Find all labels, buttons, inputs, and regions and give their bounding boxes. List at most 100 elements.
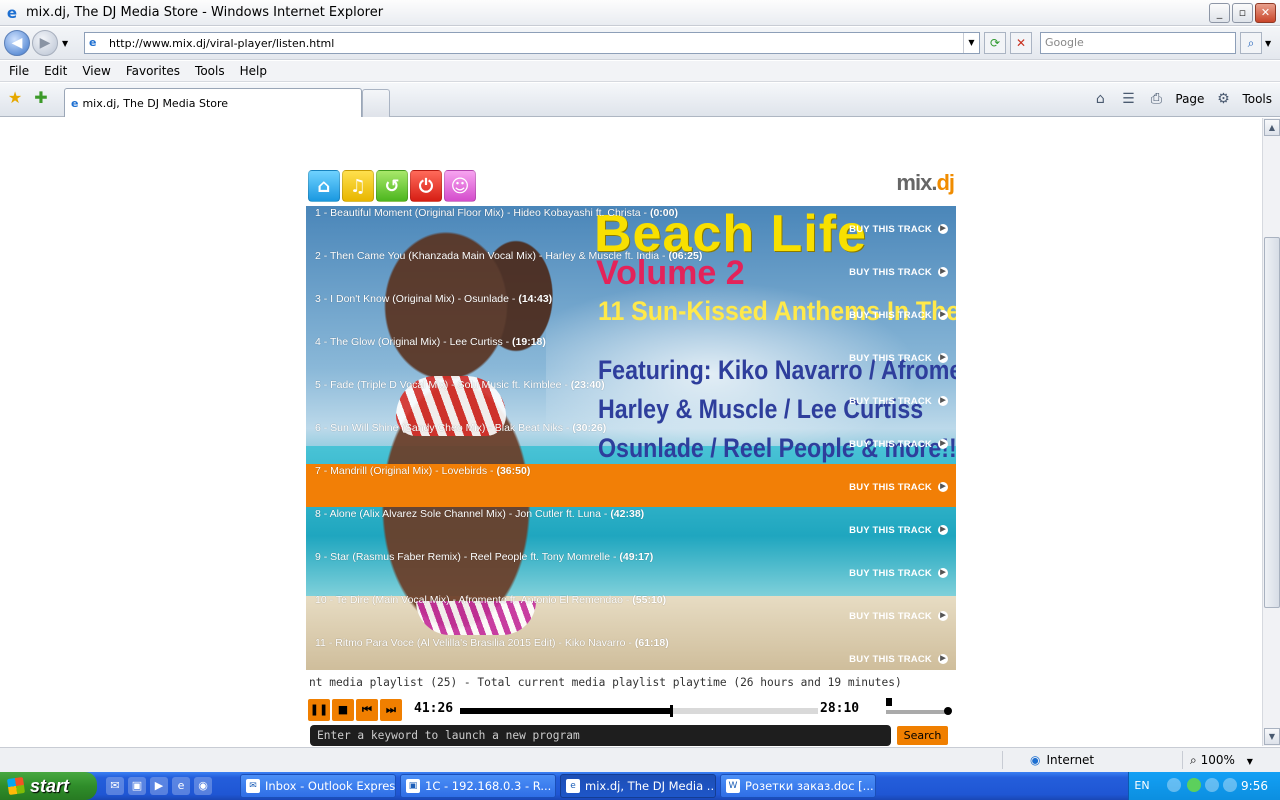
track-title[interactable]: 11 - Ritmo Para Voce (Al Velilla's Brasi…	[315, 637, 669, 649]
history-dropdown-icon[interactable]: ▼	[62, 39, 68, 48]
home-icon[interactable]: ⌂	[1091, 90, 1109, 108]
taskbar-item[interactable]: e mix.dj, The DJ Media ...	[560, 774, 716, 798]
buy-track-button[interactable]: BUY THIS TRACK ▶	[849, 654, 948, 665]
track-row[interactable]: 7 - Mandrill (Original Mix) - Lovebirds …	[306, 464, 956, 507]
feeds-icon[interactable]: ☰	[1119, 90, 1137, 108]
volume-handle[interactable]	[944, 707, 952, 715]
url-text[interactable]: http://www.mix.dj/viral-player/listen.ht…	[109, 37, 334, 50]
track-title[interactable]: 9 - Star (Rasmus Faber Remix) - Reel Peo…	[315, 551, 653, 563]
volume-tray-icon[interactable]	[1223, 778, 1237, 792]
media-player-icon[interactable]: ▶	[150, 777, 168, 795]
previous-button[interactable]: ⏮	[356, 699, 378, 721]
firefox-icon[interactable]: ◉	[194, 777, 212, 795]
close-button[interactable]: ✕	[1255, 3, 1276, 23]
menu-edit[interactable]: Edit	[44, 64, 67, 78]
track-title[interactable]: 3 - I Don't Know (Original Mix) - Osunla…	[315, 293, 552, 305]
scroll-down-icon[interactable]: ▼	[1264, 728, 1280, 745]
track-row[interactable]: 10 - Te Dire (Main Vocal Mix) - Afroment…	[306, 593, 956, 636]
power-icon[interactable]: ⏻	[410, 170, 442, 202]
start-button[interactable]: start	[0, 772, 97, 800]
buy-track-button[interactable]: BUY THIS TRACK ▶	[849, 439, 948, 450]
remaining-time: 28:10	[820, 701, 860, 716]
track-row[interactable]: 3 - I Don't Know (Original Mix) - Osunla…	[306, 292, 956, 335]
track-title[interactable]: 1 - Beautiful Moment (Original Floor Mix…	[315, 207, 678, 219]
track-title[interactable]: 4 - The Glow (Original Mix) - Lee Curtis…	[315, 336, 546, 348]
outlook-icon[interactable]: ✉	[106, 777, 124, 795]
address-field[interactable]: e http://www.mix.dj/viral-player/listen.…	[84, 32, 980, 54]
new-tab-button[interactable]	[362, 89, 390, 117]
track-row[interactable]: 2 - Then Came You (Khanzada Main Vocal M…	[306, 249, 956, 292]
tools-menu[interactable]: Tools	[1242, 92, 1272, 106]
zoom-control[interactable]: ⌕ 100% ▼	[1190, 753, 1253, 768]
security-zone[interactable]: ◉ Internet	[1030, 753, 1094, 767]
keyword-search-button[interactable]: Search	[897, 726, 948, 745]
track-row[interactable]: 1 - Beautiful Moment (Original Floor Mix…	[306, 206, 956, 249]
track-row[interactable]: 9 - Star (Rasmus Faber Remix) - Reel Peo…	[306, 550, 956, 593]
back-button[interactable]: ◀	[4, 30, 30, 56]
home-icon[interactable]: ⌂	[308, 170, 340, 202]
track-row[interactable]: 11 - Ritmo Para Voce (Al Velilla's Brasi…	[306, 636, 956, 670]
buy-track-button[interactable]: BUY THIS TRACK ▶	[849, 611, 948, 622]
track-title[interactable]: 2 - Then Came You (Khanzada Main Vocal M…	[315, 250, 702, 262]
restore-button[interactable]: ▫	[1232, 3, 1253, 23]
menu-tools[interactable]: Tools	[195, 64, 225, 78]
search-button[interactable]: ⌕	[1240, 32, 1262, 54]
menu-file[interactable]: File	[9, 64, 29, 78]
keyword-input[interactable]: Enter a keyword to launch a new program	[310, 725, 891, 746]
vertical-scrollbar[interactable]: ▲ ▼	[1262, 118, 1280, 746]
forward-button[interactable]: ▶	[32, 30, 58, 56]
shield-icon[interactable]	[1187, 778, 1201, 792]
page-menu[interactable]: Page	[1175, 92, 1204, 106]
buy-track-button[interactable]: BUY THIS TRACK ▶	[849, 353, 948, 364]
track-row[interactable]: 6 - Sun Will Shine (Sandy Cheo Mix) - Bl…	[306, 421, 956, 464]
stop-button[interactable]: ✕	[1010, 32, 1032, 54]
buy-track-button[interactable]: BUY THIS TRACK ▶	[849, 525, 948, 536]
favorites-star-icon[interactable]: ★	[6, 89, 24, 107]
track-title[interactable]: 8 - Alone (Alix Alvarez Sole Channel Mix…	[315, 508, 644, 520]
zoom-dropdown-icon[interactable]: ▼	[1247, 757, 1253, 766]
add-favorite-icon[interactable]: ✚	[32, 89, 50, 107]
microphone-icon[interactable]: ♫	[342, 170, 374, 202]
taskbar-item[interactable]: ✉ Inbox - Outlook Express	[240, 774, 396, 798]
desktop-icon[interactable]: ▣	[128, 777, 146, 795]
minimize-button[interactable]: _	[1209, 3, 1230, 23]
tab-current[interactable]: e mix.dj, The DJ Media Store	[64, 88, 362, 117]
track-title[interactable]: 7 - Mandrill (Original Mix) - Lovebirds …	[315, 465, 530, 477]
buy-track-button[interactable]: BUY THIS TRACK ▶	[849, 224, 948, 235]
return-icon[interactable]: ↺	[376, 170, 408, 202]
buy-track-button[interactable]: BUY THIS TRACK ▶	[849, 310, 948, 321]
print-icon[interactable]: ⎙	[1147, 90, 1165, 108]
buy-track-button[interactable]: BUY THIS TRACK ▶	[849, 482, 948, 493]
buy-track-button[interactable]: BUY THIS TRACK ▶	[849, 568, 948, 579]
menu-favorites[interactable]: Favorites	[126, 64, 180, 78]
progress-handle[interactable]	[670, 705, 674, 717]
search-options-icon[interactable]: ▼	[1265, 39, 1271, 48]
scroll-thumb[interactable]	[1264, 237, 1280, 608]
taskbar-item[interactable]: W Розетки заказ.doc [...	[720, 774, 876, 798]
taskbar-item[interactable]: ▣ 1C - 192.168.0.3 - R...	[400, 774, 556, 798]
buy-track-button[interactable]: BUY THIS TRACK ▶	[849, 267, 948, 278]
menu-help[interactable]: Help	[240, 64, 267, 78]
refresh-button[interactable]: ⟳	[984, 32, 1006, 54]
stop-button[interactable]: ■	[332, 699, 354, 721]
track-row[interactable]: 5 - Fade (Triple D Vocal Mix) - Solu Mus…	[306, 378, 956, 421]
tray-arrow-icon[interactable]	[1167, 778, 1181, 792]
track-row[interactable]: 8 - Alone (Alix Alvarez Sole Channel Mix…	[306, 507, 956, 550]
track-title[interactable]: 6 - Sun Will Shine (Sandy Cheo Mix) - Bl…	[315, 422, 606, 434]
progress-bar[interactable]	[460, 705, 818, 717]
user-icon[interactable]: ☺	[444, 170, 476, 202]
menu-view[interactable]: View	[82, 64, 110, 78]
search-input[interactable]: Google	[1040, 32, 1236, 54]
ie-icon[interactable]: e	[172, 777, 190, 795]
track-row[interactable]: 4 - The Glow (Original Mix) - Lee Curtis…	[306, 335, 956, 378]
track-title[interactable]: 5 - Fade (Triple D Vocal Mix) - Solu Mus…	[315, 379, 605, 391]
next-button[interactable]: ⏭	[380, 699, 402, 721]
volume-slider[interactable]	[886, 707, 952, 715]
buy-track-button[interactable]: BUY THIS TRACK ▶	[849, 396, 948, 407]
network-icon[interactable]	[1205, 778, 1219, 792]
pause-button[interactable]: ❚❚	[308, 699, 330, 721]
url-dropdown-icon[interactable]: ▼	[963, 33, 979, 53]
scroll-up-icon[interactable]: ▲	[1264, 119, 1280, 136]
language-indicator[interactable]: EN	[1128, 779, 1156, 792]
track-title[interactable]: 10 - Te Dire (Main Vocal Mix) - Afroment…	[315, 594, 666, 606]
